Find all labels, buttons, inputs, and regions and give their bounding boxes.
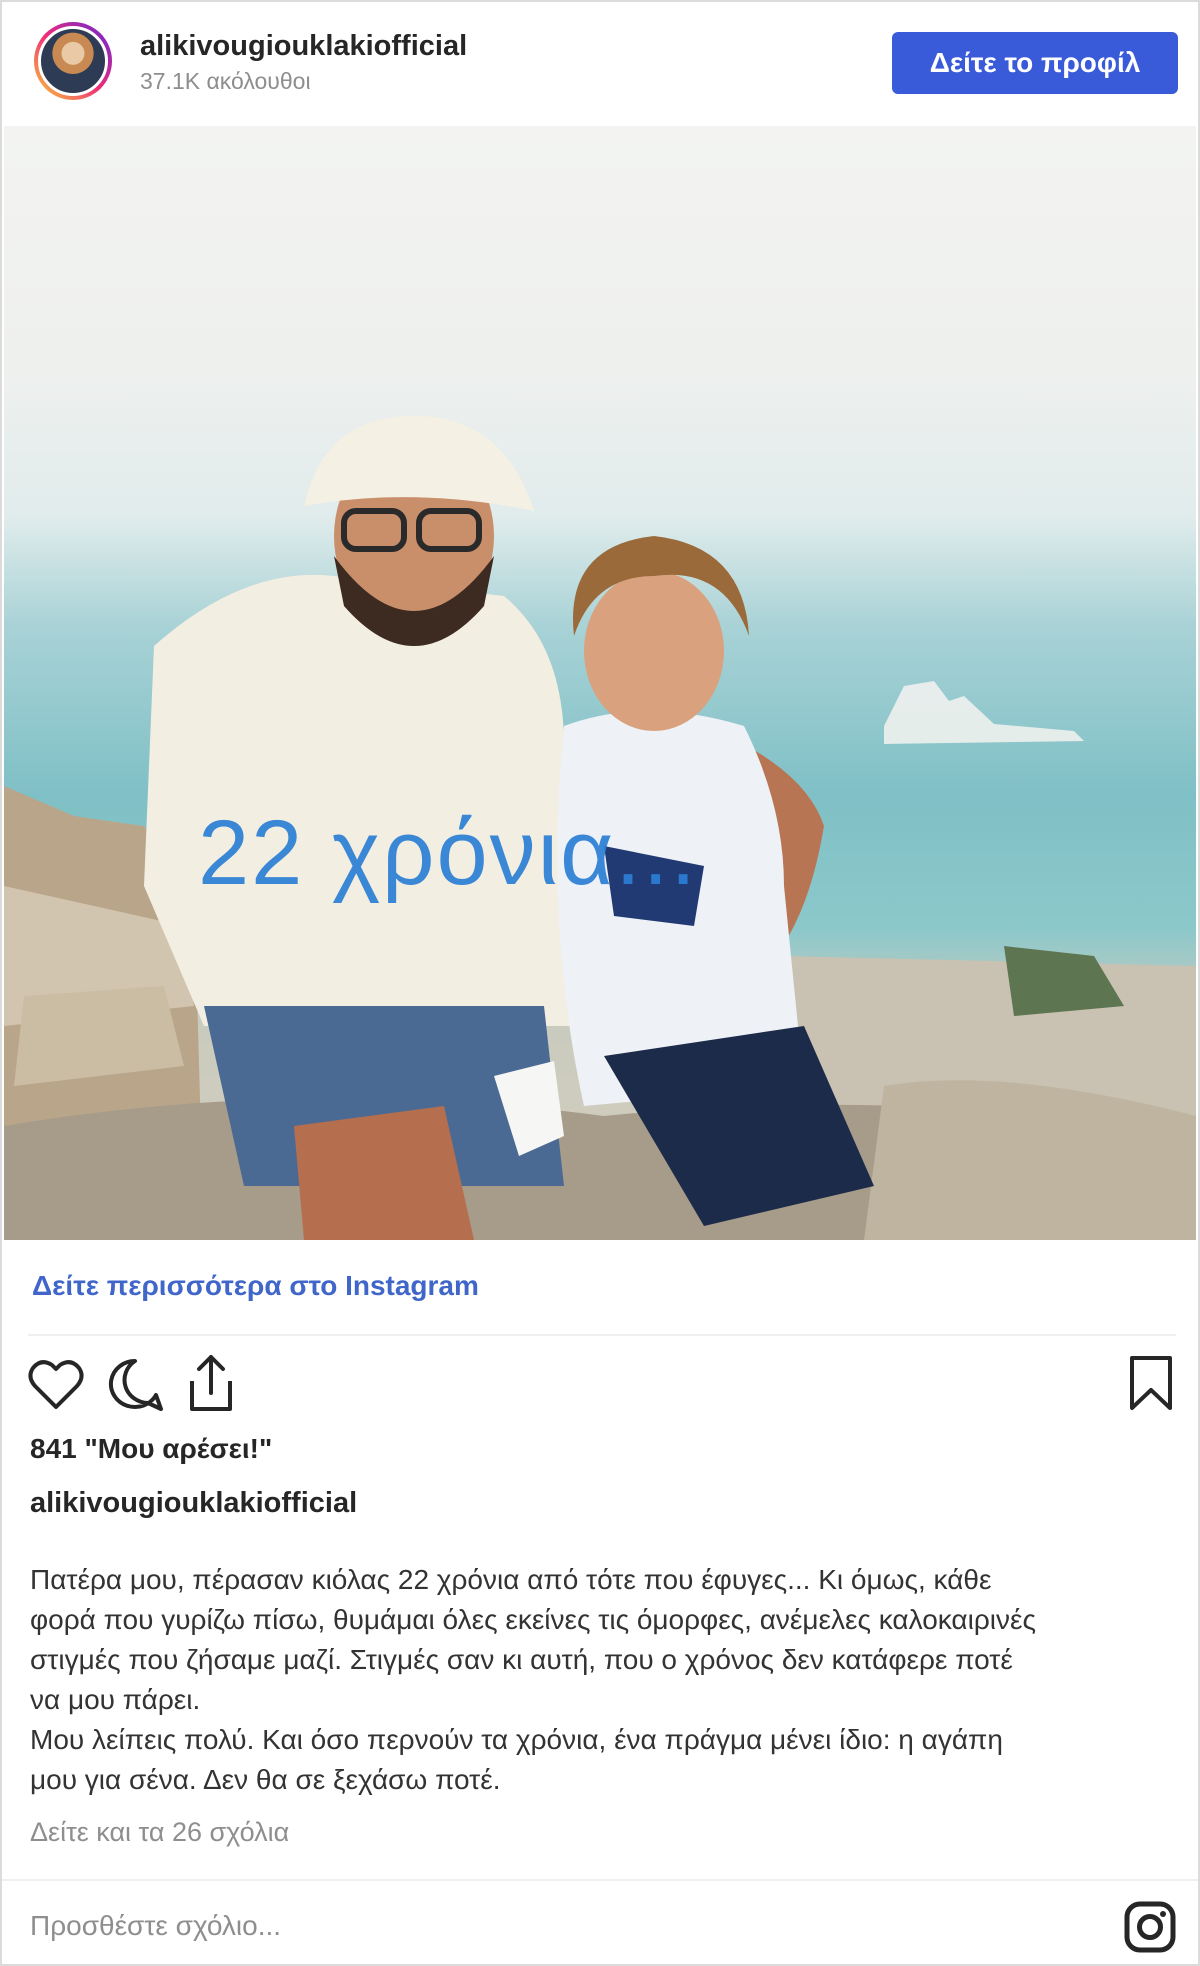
view-more-instagram-link[interactable]: Δείτε περισσότερα στο Instagram bbox=[32, 1270, 479, 1302]
like-count[interactable]: 841 "Μου αρέσει!" bbox=[30, 1433, 272, 1465]
share-icon[interactable] bbox=[186, 1353, 236, 1413]
divider bbox=[2, 1879, 1198, 1881]
bookmark-icon[interactable] bbox=[1128, 1354, 1174, 1412]
post-header: alikivougiouklakiofficial 37.1K ακόλουθο… bbox=[2, 2, 1198, 126]
instagram-embed-card: alikivougiouklakiofficial 37.1K ακόλουθο… bbox=[0, 0, 1200, 1966]
add-comment-field[interactable]: Προσθέστε σχόλιο... bbox=[30, 1910, 281, 1942]
username[interactable]: alikivougiouklakiofficial bbox=[140, 30, 467, 63]
photo-overlay-text: 22 χρόνια... bbox=[198, 802, 698, 904]
follower-count: 37.1K ακόλουθοι bbox=[140, 68, 311, 94]
post-photo[interactable]: 22 χρόνια... bbox=[4, 126, 1196, 1240]
comment-icon[interactable] bbox=[106, 1357, 164, 1413]
avatar[interactable] bbox=[34, 22, 112, 100]
avatar-image bbox=[38, 26, 108, 96]
view-comments-link[interactable]: Δείτε και τα 26 σχόλια bbox=[30, 1817, 289, 1848]
post-caption: Πατέρα μου, πέρασαν κιόλας 22 χρόνια από… bbox=[30, 1564, 1036, 1795]
caption-author[interactable]: alikivougiouklakiofficial bbox=[30, 1487, 357, 1520]
instagram-logo-icon[interactable] bbox=[1124, 1901, 1176, 1953]
photo-illustration bbox=[4, 416, 1196, 1240]
divider bbox=[28, 1334, 1176, 1336]
heart-icon[interactable] bbox=[28, 1357, 84, 1411]
view-profile-button[interactable]: Δείτε το προφίλ bbox=[892, 32, 1178, 94]
